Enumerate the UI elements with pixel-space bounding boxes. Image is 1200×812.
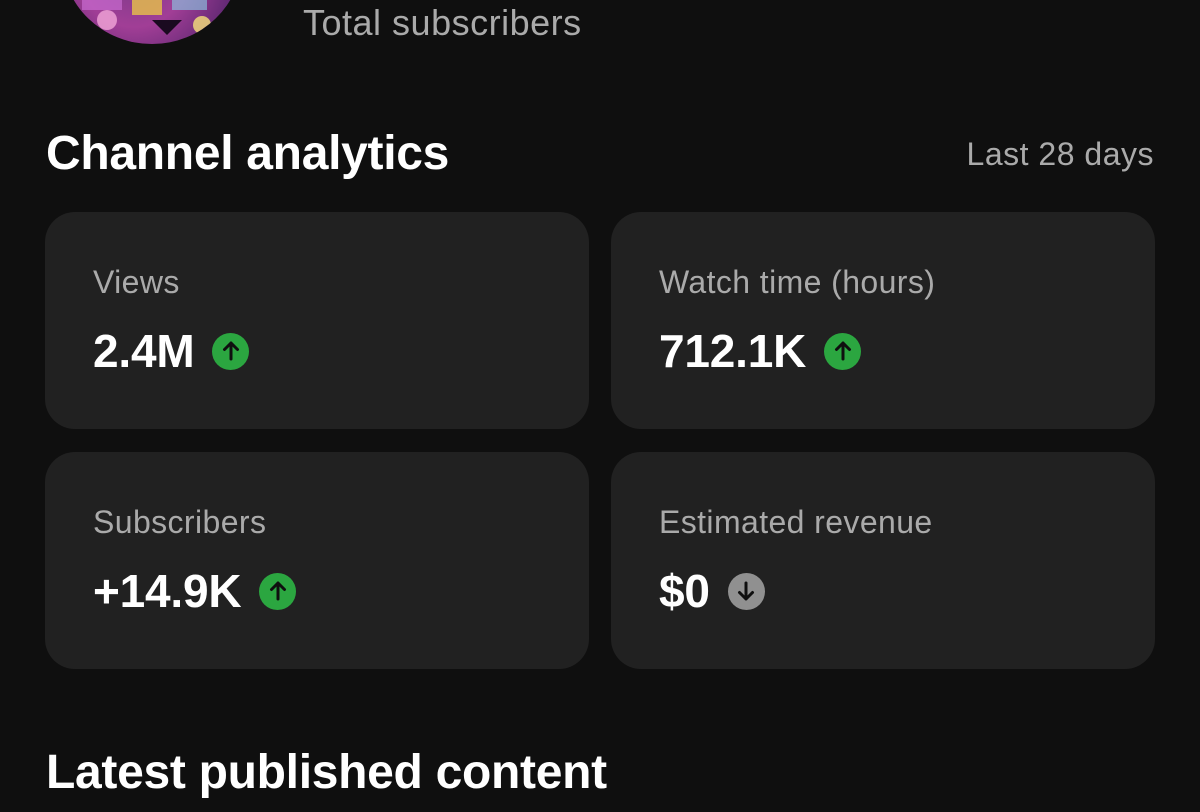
metric-label: Watch time (hours) [659,264,936,300]
metric-value: $0 [659,565,710,617]
metric-label: Views [93,264,180,300]
arrow-down-icon [727,572,765,610]
channel-avatar[interactable] [62,0,242,44]
latest-published-content-title: Latest published content [46,746,607,799]
metric-value: 2.4M [93,325,195,377]
metric-label: Subscribers [93,504,267,540]
metric-card-subscribers[interactable]: Subscribers +14.9K [45,452,589,669]
metric-label: Estimated revenue [659,504,933,540]
total-subscribers-caption: Total subscribers [303,2,582,43]
metric-card-views[interactable]: Views 2.4M [45,212,589,429]
metric-value: +14.9K [93,565,242,617]
metric-card-estimated-revenue[interactable]: Estimated revenue $0 [611,452,1155,669]
arrow-up-icon [212,332,250,370]
arrow-up-icon [259,572,297,610]
channel-analytics-title: Channel analytics [46,127,450,180]
arrow-up-icon [824,332,862,370]
period-selector[interactable]: Last 28 days [967,136,1154,173]
metric-value: 712.1K [659,325,807,377]
metric-card-watch-time[interactable]: Watch time (hours) 712.1K [611,212,1155,429]
